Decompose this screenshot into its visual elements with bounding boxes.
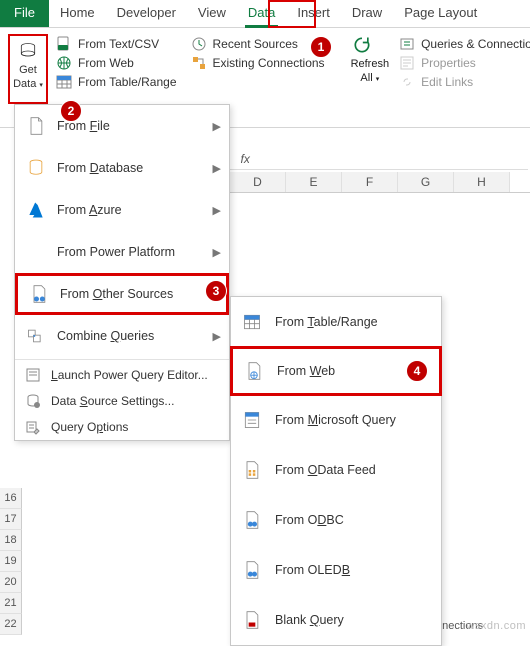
properties-icon xyxy=(399,55,415,71)
combine-icon xyxy=(25,325,47,347)
file-icon xyxy=(25,115,47,137)
submenu-blank-query[interactable]: Blank Query xyxy=(231,595,441,645)
row-header[interactable]: 20 xyxy=(0,572,22,593)
tab-developer[interactable]: Developer xyxy=(106,0,187,27)
properties-button: Properties xyxy=(399,55,530,71)
connections-icon xyxy=(191,55,207,71)
spreadsheet-grid: D E F G H xyxy=(230,172,530,193)
other-sources-icon xyxy=(28,283,50,305)
row-headers: 16 17 18 19 20 21 22 xyxy=(0,488,22,635)
database-icon xyxy=(17,40,39,62)
callout-1: 1 xyxy=(310,36,332,58)
chevron-right-icon: ▶ xyxy=(213,162,221,175)
pq-editor-icon xyxy=(25,367,41,383)
azure-icon xyxy=(25,199,47,221)
submenu-table-range[interactable]: From Table/Range xyxy=(231,297,441,347)
menu-from-file[interactable]: From File ▶ xyxy=(15,105,229,147)
callout-4: 4 xyxy=(406,360,428,382)
oledb-icon xyxy=(241,559,263,581)
tab-home[interactable]: Home xyxy=(49,0,106,27)
menu-query-options[interactable]: Query Options xyxy=(15,414,229,440)
tab-view[interactable]: View xyxy=(187,0,237,27)
submenu-oledb[interactable]: From OLEDB xyxy=(231,545,441,595)
col-header[interactable]: D xyxy=(230,172,286,192)
row-header[interactable]: 18 xyxy=(0,530,22,551)
get-data-menu: From File ▶ From Database ▶ From Azure ▶… xyxy=(14,104,230,441)
row-header[interactable]: 19 xyxy=(0,551,22,572)
csv-icon xyxy=(56,36,72,52)
options-icon xyxy=(25,419,41,435)
refresh-all-button[interactable]: Refresh All ▾ xyxy=(351,34,390,86)
get-data-label-1: Get xyxy=(19,64,37,76)
submenu-odbc[interactable]: From ODBC xyxy=(231,495,441,545)
web-file-icon xyxy=(243,360,265,382)
row-header[interactable]: 21 xyxy=(0,593,22,614)
submenu-odata[interactable]: From OData Feed xyxy=(231,445,441,495)
row-header[interactable]: 22 xyxy=(0,614,22,635)
chevron-right-icon: ▶ xyxy=(213,246,221,259)
watermark: wsxdn.com xyxy=(466,620,526,632)
blank-icon xyxy=(25,241,47,263)
queries-icon xyxy=(399,36,415,52)
ribbon-tabs: File Home Developer View Data Insert Dra… xyxy=(0,0,530,28)
chevron-right-icon: ▶ xyxy=(213,120,221,133)
row-header[interactable]: 17 xyxy=(0,509,22,530)
col-header[interactable]: E xyxy=(286,172,342,192)
menu-launch-pq-editor[interactable]: Launch Power Query Editor... xyxy=(15,362,229,388)
col-header[interactable]: G xyxy=(398,172,454,192)
msquery-icon xyxy=(241,409,263,431)
from-table-range-button[interactable]: From Table/Range xyxy=(56,74,177,90)
get-data-button[interactable]: Get Data ▾ xyxy=(8,34,48,104)
tab-data[interactable]: Data xyxy=(237,0,286,27)
row-header[interactable]: 16 xyxy=(0,488,22,509)
menu-combine-queries[interactable]: Combine Queries ▶ xyxy=(15,315,229,357)
column-headers: D E F G H xyxy=(230,172,530,193)
menu-from-azure[interactable]: From Azure ▶ xyxy=(15,189,229,231)
queries-connections-button[interactable]: Queries & Connections xyxy=(399,36,530,52)
table-icon xyxy=(56,74,72,90)
menu-from-database[interactable]: From Database ▶ xyxy=(15,147,229,189)
refresh-icon xyxy=(351,34,373,56)
other-sources-submenu: From Table/Range From Web From Microsoft… xyxy=(230,296,442,646)
tab-draw[interactable]: Draw xyxy=(341,0,393,27)
callout-2: 2 xyxy=(60,100,82,122)
submenu-microsoft-query[interactable]: From Microsoft Query xyxy=(231,395,441,445)
callout-3: 3 xyxy=(205,280,227,302)
from-web-button[interactable]: From Web xyxy=(56,55,177,71)
menu-from-power-platform[interactable]: From Power Platform ▶ xyxy=(15,231,229,273)
menu-data-source-settings[interactable]: Data Source Settings... xyxy=(15,388,229,414)
col-header[interactable]: H xyxy=(454,172,510,192)
edit-links-button: Edit Links xyxy=(399,74,530,90)
tab-pagelayout[interactable]: Page Layout xyxy=(393,0,488,27)
chevron-right-icon: ▶ xyxy=(213,330,221,343)
existing-connections-button[interactable]: Existing Connections xyxy=(191,55,325,71)
recent-sources-button[interactable]: Recent Sources xyxy=(191,36,325,52)
recent-icon xyxy=(191,36,207,52)
database-icon xyxy=(25,157,47,179)
get-data-label-2: Data ▾ xyxy=(13,78,43,92)
blank-query-icon xyxy=(241,609,263,631)
table-icon xyxy=(241,311,263,333)
fx-label[interactable]: fx xyxy=(241,152,250,166)
menu-from-other-sources[interactable]: From Other Sources ▶ xyxy=(15,273,229,315)
tab-file[interactable]: File xyxy=(0,0,49,27)
datasource-icon xyxy=(25,393,41,409)
from-text-csv-button[interactable]: From Text/CSV xyxy=(56,36,177,52)
edit-links-icon xyxy=(399,74,415,90)
odbc-icon xyxy=(241,509,263,531)
col-header[interactable]: F xyxy=(342,172,398,192)
chevron-right-icon: ▶ xyxy=(213,204,221,217)
globe-icon xyxy=(56,55,72,71)
tab-insert[interactable]: Insert xyxy=(286,0,341,27)
odata-icon xyxy=(241,459,263,481)
